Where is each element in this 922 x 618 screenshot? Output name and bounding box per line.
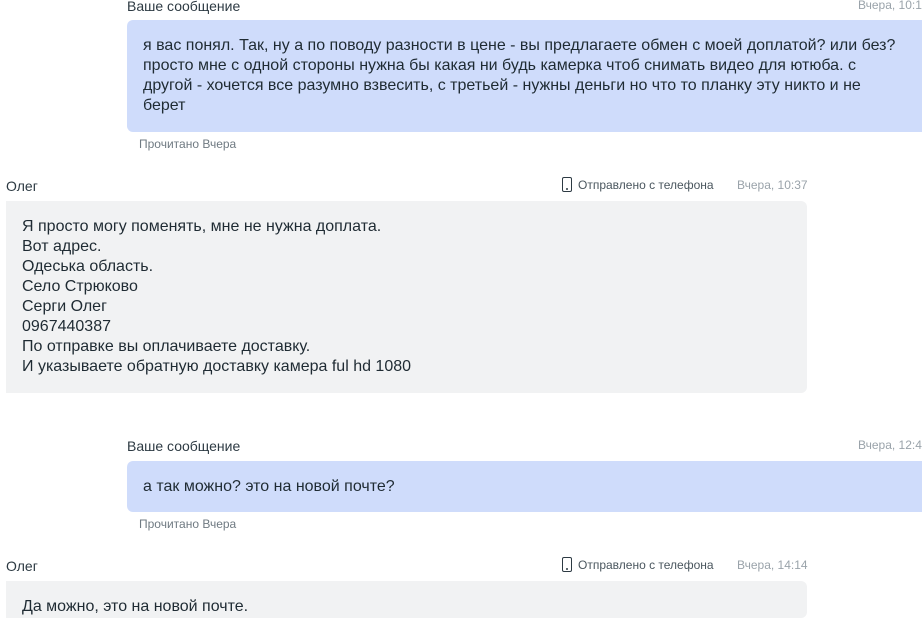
message-author: Олег (6, 558, 38, 574)
message-text: Я просто могу поменять, мне не нужна доп… (22, 217, 791, 377)
sent-from-phone-indicator: Отправлено с телефона (562, 557, 714, 572)
sent-via-label: Отправлено с телефона (578, 177, 714, 192)
message-line: 0967440387 (22, 318, 111, 335)
phone-icon (562, 557, 572, 572)
phone-icon (562, 177, 572, 192)
message-line: Серги Олег (22, 298, 107, 315)
read-status: Прочитано Вчера (139, 137, 237, 151)
incoming-message-bubble: Я просто могу поменять, мне не нужна доп… (6, 201, 807, 393)
message-line: Да можно, это на новой почте. (22, 598, 249, 615)
message-text: а так можно? это на новой почте? (143, 478, 395, 495)
message-line: По отправке вы оплачиваете доставку. (22, 338, 311, 355)
message-timestamp: Вчера, 10:1 (858, 0, 922, 12)
read-status: Прочитано Вчера (139, 517, 237, 531)
outgoing-message-bubble: а так можно? это на новой почте? (127, 461, 922, 512)
message-text: я вас понял. Так, ну а по поводу разност… (143, 37, 896, 114)
message-author: Олег (6, 178, 38, 194)
message-line: Село Стрюково (22, 278, 138, 295)
message-author: Ваше сообщение (127, 0, 241, 14)
message-author: Ваше сообщение (127, 438, 241, 454)
sent-from-phone-indicator: Отправлено с телефона (562, 177, 714, 192)
outgoing-message-bubble: я вас понял. Так, ну а по поводу разност… (127, 20, 922, 132)
message-timestamp: Вчера, 12:4 (858, 438, 922, 452)
message-line: И указываете обратную доставку камера fu… (22, 358, 412, 375)
sent-via-label: Отправлено с телефона (578, 557, 714, 572)
message-line: Одеська область. (22, 258, 154, 275)
message-timestamp: Вчера, 10:37 (737, 178, 808, 192)
message-line: Я просто могу поменять, мне не нужна доп… (22, 218, 382, 235)
message-line: Вот адрес. (22, 238, 102, 255)
message-timestamp: Вчера, 14:14 (737, 558, 808, 572)
incoming-message-bubble: Да можно, это на новой почте. (6, 581, 807, 618)
message-text: Да можно, это на новой почте. (22, 597, 791, 617)
